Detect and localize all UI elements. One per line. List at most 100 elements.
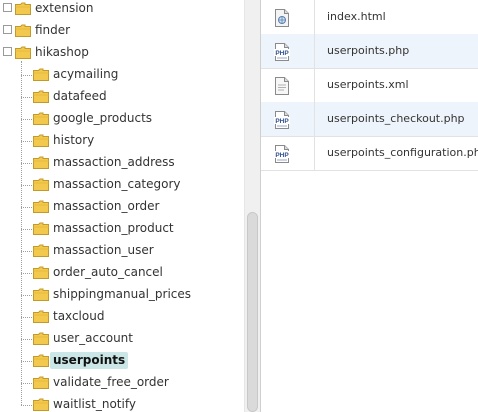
folder-icon (33, 398, 49, 411)
file-name: userpoints_checkout.php (327, 112, 465, 125)
folder-icon (15, 2, 31, 15)
tree-item-acymailing[interactable]: acymailing (0, 64, 244, 86)
tree-item-label-selected: userpoints (50, 352, 129, 369)
file-row[interactable]: PHP userpoints_configuration.php (261, 136, 478, 171)
tree-item-label: google_products (53, 111, 153, 125)
tree-connector (21, 229, 32, 230)
tree-item-validate-free-order[interactable]: validate_free_order (0, 372, 244, 394)
file-row[interactable]: PHP userpoints_checkout.php (261, 102, 478, 137)
tree-connector (21, 361, 32, 362)
folder-icon (33, 200, 49, 213)
tree-item-massaction-address[interactable]: massaction_address (0, 152, 244, 174)
svg-text:PHP: PHP (275, 50, 289, 57)
file-row[interactable]: PHP userpoints.php (261, 34, 478, 69)
tree-item-datafeed[interactable]: datafeed (0, 86, 244, 108)
tree-connector (21, 273, 32, 274)
php-file-icon: PHP (274, 43, 290, 61)
tree-item-label: massaction_category (53, 177, 181, 191)
tree-item-label: validate_free_order (53, 375, 169, 389)
html-file-icon (274, 9, 290, 27)
tree-item-user-account[interactable]: user_account (0, 328, 244, 350)
tree-connector (21, 339, 32, 340)
tree-connector (21, 251, 32, 252)
tree-item-label: history (53, 133, 95, 147)
tree-connector (21, 185, 32, 186)
tree-connector (21, 163, 32, 164)
tree-item-hikashop[interactable]: hikashop (0, 42, 244, 64)
xml-file-icon (274, 77, 290, 95)
folder-icon (33, 266, 49, 279)
tree-connector (21, 119, 32, 120)
tree-item-google-products[interactable]: google_products (0, 108, 244, 130)
php-file-icon: PHP (274, 111, 290, 129)
folder-icon (33, 68, 49, 81)
tree-connector (21, 317, 32, 318)
folder-icon (15, 24, 31, 37)
tree-item-taxcloud[interactable]: taxcloud (0, 306, 244, 328)
tree-item-label: finder (35, 23, 71, 37)
tree-item-label: order_auto_cancel (53, 265, 163, 279)
file-name: userpoints_configuration.php (327, 146, 478, 159)
tree-item-massaction-order[interactable]: massaction_order (0, 196, 244, 218)
file-row[interactable]: userpoints.xml (261, 68, 478, 103)
folder-icon (33, 90, 49, 103)
column-divider (314, 68, 315, 102)
folder-tree: extension finder hikashop acymailing datafee… (0, 0, 244, 412)
column-divider (314, 34, 315, 68)
tree-item-label: taxcloud (53, 309, 105, 323)
tree-connector (21, 141, 32, 142)
folder-icon (33, 134, 49, 147)
column-divider (314, 102, 315, 136)
tree-connector (21, 207, 32, 208)
folder-icon (33, 178, 49, 191)
folder-icon (15, 46, 31, 59)
svg-text:PHP: PHP (275, 152, 289, 159)
tree-item-finder[interactable]: finder (0, 20, 244, 42)
tree-item-order-auto-cancel[interactable]: order_auto_cancel (0, 262, 244, 284)
tree-item-massaction-user[interactable]: massaction_user (0, 240, 244, 262)
tree-connector (21, 97, 32, 98)
tree-connector (21, 405, 32, 406)
tree-item-extension[interactable]: extension (0, 0, 244, 20)
folder-icon (33, 332, 49, 345)
expand-icon[interactable] (3, 3, 12, 12)
tree-item-label: massaction_order (53, 199, 160, 213)
folder-icon (33, 244, 49, 257)
tree-item-label: extension (35, 1, 94, 15)
tree-item-shippingmanual-prices[interactable]: shippingmanual_prices (0, 284, 244, 306)
tree-item-label: user_account (53, 331, 133, 345)
tree-item-massaction-product[interactable]: massaction_product (0, 218, 244, 240)
tree-item-label: waitlist_notify (53, 397, 136, 411)
file-row[interactable]: index.html (261, 0, 478, 35)
tree-item-label: acymailing (53, 67, 119, 81)
column-divider (314, 0, 315, 34)
column-divider (314, 136, 315, 170)
folder-icon (33, 376, 49, 389)
folder-icon (33, 112, 49, 125)
folder-icon (33, 310, 49, 323)
tree-item-label: datafeed (53, 89, 107, 103)
folder-icon (33, 354, 49, 367)
svg-text:PHP: PHP (275, 118, 289, 125)
tree-item-history[interactable]: history (0, 130, 244, 152)
file-name: index.html (327, 10, 386, 23)
folder-icon (33, 156, 49, 169)
tree-item-label: hikashop (35, 45, 89, 59)
tree-item-waitlist-notify[interactable]: waitlist_notify (0, 394, 244, 412)
scrollbar-thumb[interactable] (247, 212, 258, 412)
tree-connector (21, 75, 32, 76)
folder-icon (33, 222, 49, 235)
collapse-icon[interactable] (3, 47, 12, 56)
folder-icon (33, 288, 49, 301)
tree-item-label: massaction_user (53, 243, 154, 257)
tree-item-label: shippingmanual_prices (53, 287, 192, 301)
file-list: index.html PHP userpoints.php userpoints.xm… (260, 0, 478, 412)
tree-connector (21, 383, 32, 384)
expand-icon[interactable] (3, 25, 12, 34)
tree-item-label: massaction_address (53, 155, 175, 169)
tree-item-userpoints[interactable]: userpoints (0, 350, 244, 372)
tree-scrollbar[interactable] (244, 0, 260, 412)
file-name: userpoints.php (327, 44, 410, 57)
tree-item-massaction-category[interactable]: massaction_category (0, 174, 244, 196)
php-file-icon: PHP (274, 145, 290, 163)
